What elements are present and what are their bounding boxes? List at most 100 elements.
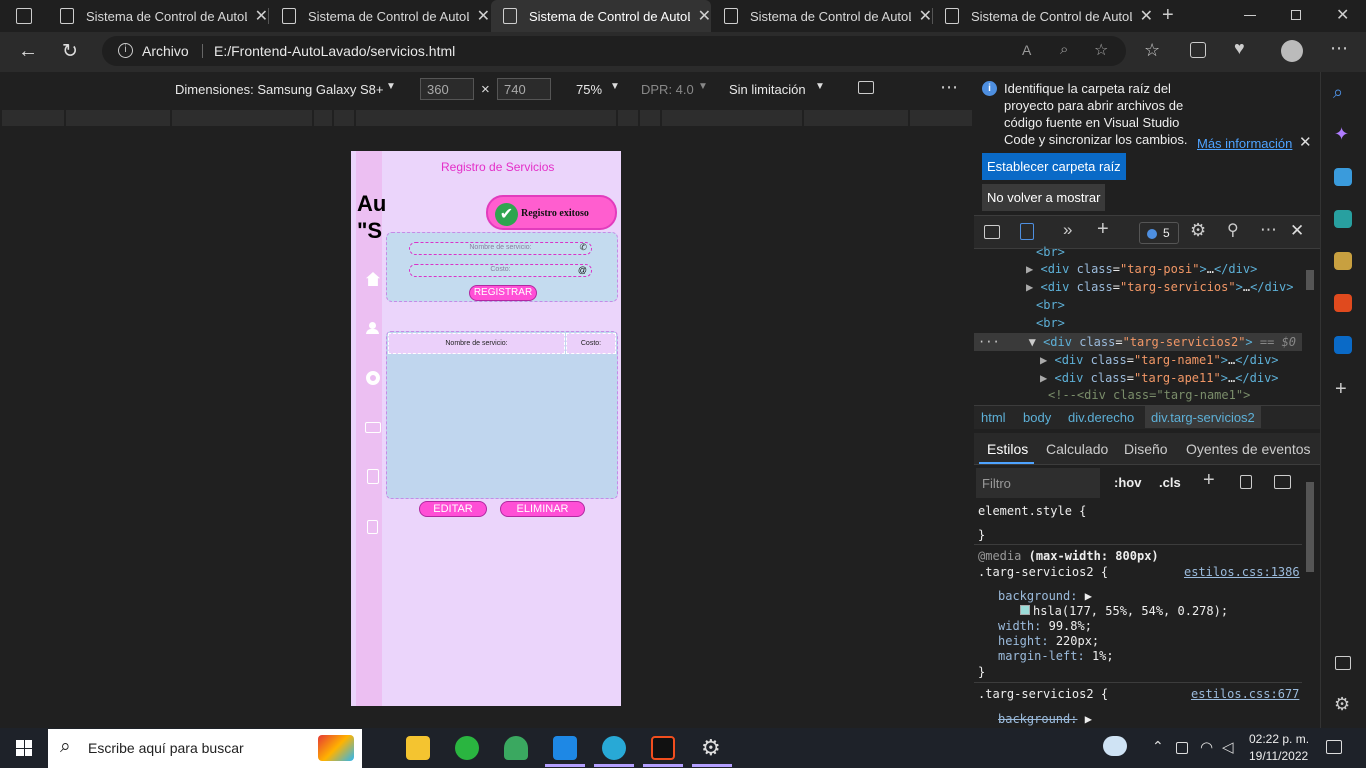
search-icon[interactable]: ⌕ xyxy=(1333,82,1343,103)
tab-3-active[interactable]: Sistema de Control de AutoLavado ✕ xyxy=(491,0,711,32)
sidebar-toggle-icon[interactable] xyxy=(1274,475,1291,489)
prop-height[interactable]: height: 220px; xyxy=(998,634,1099,648)
add-rule-icon[interactable]: + xyxy=(1203,469,1215,492)
tab-styles[interactable]: Estilos xyxy=(987,441,1028,457)
throttle-select[interactable]: Sin limitación xyxy=(729,82,806,97)
outlook-icon[interactable] xyxy=(1334,336,1352,354)
prop-background[interactable]: background: ▶ xyxy=(998,712,1092,726)
info-icon[interactable]: i xyxy=(118,43,133,58)
connection-icon[interactable]: ⚲ xyxy=(1227,220,1239,240)
windows-start-icon[interactable] xyxy=(16,740,32,756)
dpr-select[interactable]: DPR: 4.0 xyxy=(641,82,694,97)
chevron-up-icon[interactable]: ⌃ xyxy=(1152,738,1164,755)
source-link[interactable]: estilos.css:1386 xyxy=(1184,565,1300,579)
shopping-icon[interactable] xyxy=(1334,210,1352,228)
add-favorite-icon[interactable]: ☆ xyxy=(1094,40,1108,60)
dont-show-again-button[interactable]: No volver a mostrar xyxy=(982,184,1106,211)
cost-input[interactable]: Costo: @ xyxy=(409,264,592,277)
tab-4[interactable]: Sistema de Control de AutoLavado ✕ xyxy=(712,0,932,32)
filter-input[interactable]: Filtro xyxy=(976,468,1100,498)
close-icon[interactable]: ✕ xyxy=(477,6,490,26)
tab-actions-icon[interactable] xyxy=(16,8,32,24)
breadcrumb-html[interactable]: html xyxy=(981,410,1006,425)
close-icon[interactable]: ✕ xyxy=(919,6,932,26)
gear-icon[interactable] xyxy=(366,371,380,385)
office-icon[interactable] xyxy=(1334,294,1352,312)
url-text[interactable]: E:/Frontend-AutoLavado/servicios.html xyxy=(214,43,455,59)
more-icon[interactable]: ⋯ xyxy=(1330,38,1348,59)
app-rocket-icon[interactable] xyxy=(504,736,528,760)
volume-icon[interactable]: ◁ xyxy=(1222,738,1234,756)
file-explorer-icon[interactable] xyxy=(406,736,430,760)
add-sidebar-icon[interactable]: + xyxy=(1335,378,1347,401)
dom-line[interactable]: ▶ <div class="targ-servicios">…</div> xyxy=(1026,280,1293,294)
prop-background[interactable]: background: ▶ xyxy=(998,589,1092,603)
tab-event-listeners[interactable]: Oyentes de eventos xyxy=(1186,441,1311,457)
tab-computed[interactable]: Calculado xyxy=(1046,441,1108,457)
vscode-icon[interactable] xyxy=(553,736,577,760)
rule-selector[interactable]: .targ-servicios2 { xyxy=(978,687,1108,701)
service-name-input[interactable]: Nombre de servicio: ✆ xyxy=(409,242,592,255)
cls-toggle[interactable]: .cls xyxy=(1159,475,1181,490)
dom-line[interactable]: <br> xyxy=(1036,316,1065,330)
width-input[interactable] xyxy=(420,78,474,100)
tag-icon[interactable] xyxy=(1334,168,1352,186)
invoice-icon[interactable] xyxy=(367,469,379,484)
height-input[interactable] xyxy=(497,78,551,100)
tab-2[interactable]: Sistema de Control de AutoLavado ✕ xyxy=(270,0,490,32)
dom-scrollbar[interactable] xyxy=(1306,270,1314,290)
close-window-icon[interactable]: ✕ xyxy=(1336,5,1349,25)
address-bar[interactable]: i Archivo E:/Frontend-AutoLavado/servici… xyxy=(102,36,1126,66)
set-root-folder-button[interactable]: Establecer carpeta raíz xyxy=(982,153,1126,180)
close-devtools-icon[interactable]: ✕ xyxy=(1290,221,1304,241)
restore-icon[interactable] xyxy=(1291,10,1301,20)
avatar[interactable] xyxy=(1281,40,1303,62)
prop-background-value[interactable]: hsla(177, 55%, 54%, 0.278); xyxy=(1020,604,1228,618)
taskbar-search[interactable]: ⌕ Escribe aquí para buscar xyxy=(48,729,362,768)
edge-icon[interactable] xyxy=(602,736,626,760)
split-screen-icon[interactable] xyxy=(1335,656,1351,670)
device-toggle-icon[interactable] xyxy=(1020,223,1034,240)
id-card-icon[interactable] xyxy=(365,422,381,433)
breadcrumb-selected[interactable]: div.targ-servicios2 xyxy=(1145,406,1261,428)
settings-icon[interactable]: ⚙ xyxy=(1190,220,1206,241)
new-tab-icon[interactable]: + xyxy=(1162,4,1174,27)
logout-icon[interactable] xyxy=(367,520,378,534)
issues-badge[interactable]: 5 xyxy=(1139,222,1179,244)
health-icon[interactable]: ♥ xyxy=(1234,38,1245,59)
collections-icon[interactable] xyxy=(1190,42,1206,58)
clock-date[interactable]: 19/11/2022 xyxy=(1249,749,1308,763)
devtools-more-icon[interactable]: ⋯ xyxy=(1260,220,1277,240)
edit-button[interactable]: EDITAR xyxy=(419,501,487,517)
source-link[interactable]: estilos.css:677 xyxy=(1191,687,1299,701)
prop-margin-left[interactable]: margin-left: 1%; xyxy=(998,649,1114,663)
notifications-icon[interactable] xyxy=(1326,740,1342,754)
breadcrumb-body[interactable]: body xyxy=(1023,410,1051,425)
zoom-select[interactable]: 75% xyxy=(576,82,602,97)
tab-layout[interactable]: Diseño xyxy=(1124,441,1168,457)
hov-toggle[interactable]: :hov xyxy=(1114,475,1141,490)
read-aloud-icon[interactable]: A xyxy=(1022,42,1031,58)
dom-line[interactable]: ▶ <div class="targ-ape11">…</div> xyxy=(1040,371,1279,385)
more-tabs-icon[interactable]: » xyxy=(1063,220,1072,240)
add-tab-icon[interactable]: + xyxy=(1097,218,1109,241)
dom-line-selected[interactable]: ··· ▼ <div class="targ-servicios2"> == $… xyxy=(978,335,1296,349)
close-icon[interactable]: ✕ xyxy=(1140,6,1153,26)
battery-icon[interactable] xyxy=(1176,742,1188,754)
copilot-icon[interactable]: ✦ xyxy=(1334,124,1349,145)
wifi-icon[interactable]: ◠ xyxy=(1200,738,1213,756)
settings-gear-icon[interactable]: ⚙ xyxy=(701,735,721,761)
more-info-link[interactable]: Más información xyxy=(1197,136,1292,151)
styles-scrollbar[interactable] xyxy=(1306,482,1314,572)
dom-comment[interactable]: <!--<div class="targ-name1"> xyxy=(1048,388,1250,402)
device-select[interactable]: Dimensiones: Samsung Galaxy S8+ xyxy=(175,82,383,97)
color-swatch-icon[interactable] xyxy=(1020,605,1030,615)
minimize-icon[interactable] xyxy=(1244,15,1256,16)
clock-time[interactable]: 02:22 p. m. xyxy=(1249,732,1309,746)
register-button[interactable]: REGISTRAR xyxy=(469,285,537,301)
delete-button[interactable]: ELIMINAR xyxy=(500,501,585,517)
more-options-icon[interactable]: ⋯ xyxy=(940,77,958,98)
users-icon[interactable] xyxy=(366,322,380,334)
close-icon[interactable]: ✕ xyxy=(255,6,268,26)
dom-line[interactable]: ▶ <div class="targ-name1">…</div> xyxy=(1040,353,1279,367)
